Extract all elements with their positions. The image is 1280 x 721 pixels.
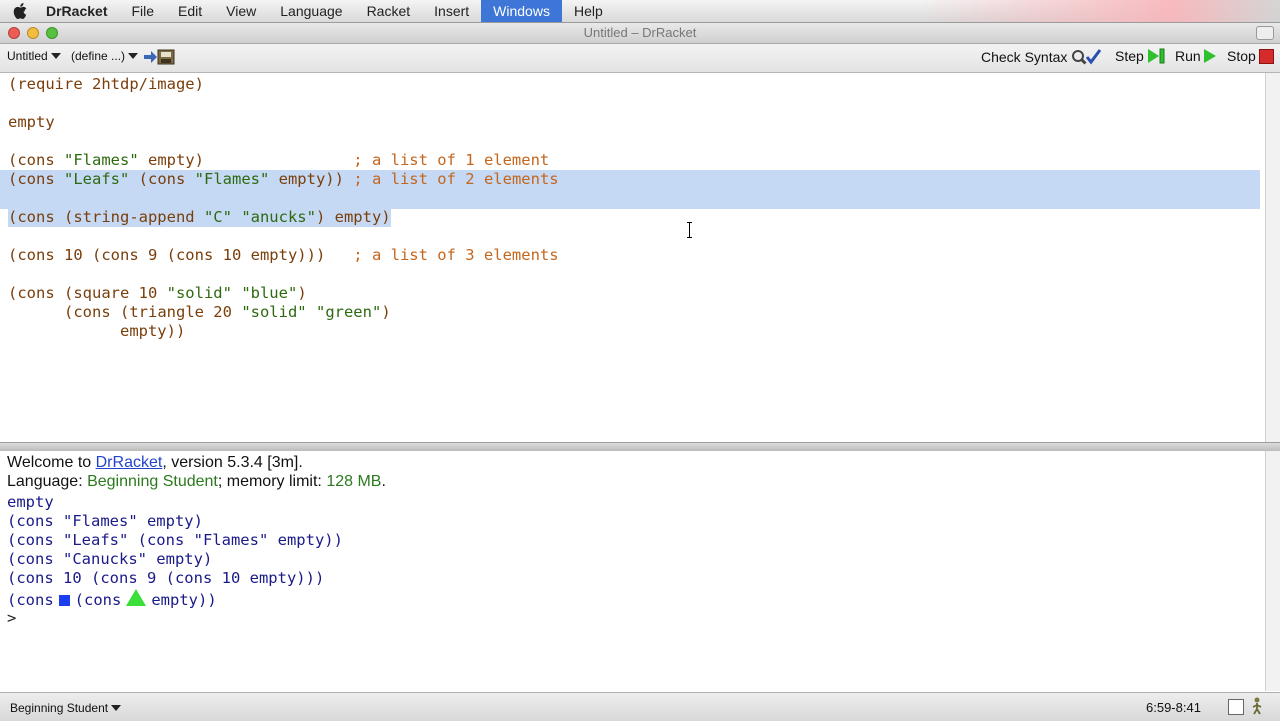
stop-icon <box>1258 48 1274 64</box>
text-cursor-icon <box>687 222 692 238</box>
chevron-down-icon <box>50 53 61 59</box>
code-line: empty)) <box>119 322 186 340</box>
define-menu[interactable]: (define ...) <box>71 49 139 63</box>
run-icon <box>1203 49 1216 63</box>
code-line: (cons "Leafs" (cons "Flames" empty)) ; a… <box>8 170 559 188</box>
language-line: Language: Beginning Student; memory limi… <box>7 473 386 490</box>
stop-button[interactable]: Stop <box>1227 48 1274 64</box>
output-line: (cons "Flames" empty) <box>7 512 203 530</box>
save-arrow-icon <box>144 49 175 65</box>
code-line: empty <box>8 113 55 131</box>
repl-prompt[interactable]: > <box>7 609 16 627</box>
definitions-editor[interactable]: (require 2htdp/image) empty (cons "Flame… <box>0 73 1266 442</box>
menu-view[interactable]: View <box>214 0 268 22</box>
step-label: Step <box>1115 48 1144 64</box>
code-line: (cons (triangle 20 "solid" "green") <box>64 303 391 321</box>
output-line: (cons 10 (cons 9 (cons 10 empty))) <box>7 569 325 587</box>
menu-language[interactable]: Language <box>268 0 354 22</box>
run-label: Run <box>1175 48 1201 64</box>
step-button[interactable]: Step <box>1115 48 1167 64</box>
code-line: (require 2htdp/image) <box>8 75 204 93</box>
menu-bar: DrRacket File Edit View Language Racket … <box>0 0 1280 23</box>
toolbar: Untitled (define ...) Check Syntax Step … <box>0 44 1280 73</box>
running-man-icon <box>1252 697 1262 715</box>
menu-help[interactable]: Help <box>562 0 615 22</box>
menu-windows[interactable]: Windows <box>481 0 562 22</box>
code-line: (cons (square 10 "solid" "blue") <box>8 284 307 302</box>
interactions-scrollbar[interactable] <box>1265 451 1280 691</box>
menu-insert[interactable]: Insert <box>422 0 481 22</box>
status-indicator-box <box>1228 699 1244 715</box>
chevron-down-icon <box>128 53 139 59</box>
language-selector[interactable]: Beginning Student <box>10 701 122 715</box>
green-triangle-image <box>126 589 147 606</box>
menu-edit[interactable]: Edit <box>166 0 214 22</box>
toolbar-toggle-button[interactable] <box>1256 26 1274 40</box>
output-line-images: (cons (cons empty)) <box>7 589 217 609</box>
check-syntax-label: Check Syntax <box>981 49 1068 65</box>
run-button[interactable]: Run <box>1175 48 1216 64</box>
stop-label: Stop <box>1227 48 1256 64</box>
output-line: (cons "Leafs" (cons "Flames" empty)) <box>7 531 343 549</box>
define-menu-label: (define ...) <box>71 49 126 63</box>
menubar-decoration <box>920 0 1280 22</box>
cursor-position: 6:59-8:41 <box>1146 700 1201 715</box>
file-name-label: Untitled <box>7 49 48 63</box>
menu-racket[interactable]: Racket <box>355 0 423 22</box>
save-button[interactable] <box>143 48 175 66</box>
language-selector-label: Beginning Student <box>10 701 109 715</box>
output-line: (cons "Canucks" empty) <box>7 550 213 568</box>
interactions-pane[interactable]: Welcome to DrRacket, version 5.3.4 [3m].… <box>0 451 1266 691</box>
drracket-link[interactable]: DrRacket <box>96 454 163 471</box>
apple-icon[interactable] <box>0 3 40 19</box>
menu-file[interactable]: File <box>119 0 166 22</box>
magnifier-check-icon <box>1072 49 1102 65</box>
output-line: empty <box>7 493 54 511</box>
menu-app-name[interactable]: DrRacket <box>40 0 119 22</box>
window-title-bar: Untitled – DrRacket <box>0 23 1280 44</box>
blue-square-image <box>58 595 70 606</box>
chevron-down-icon <box>111 705 122 711</box>
status-bar: Beginning Student 6:59-8:41 <box>0 692 1280 721</box>
editor-scrollbar[interactable] <box>1265 73 1280 442</box>
file-name-menu[interactable]: Untitled <box>7 49 61 63</box>
check-syntax-button[interactable]: Check Syntax <box>981 48 1102 66</box>
window-title: Untitled – DrRacket <box>583 25 697 40</box>
step-icon <box>1147 48 1165 64</box>
code-line: (cons 10 (cons 9 (cons 10 empty))) ; a l… <box>8 246 559 264</box>
code-line-selected: (cons (string-append "C" "anucks") empty… <box>8 208 391 227</box>
welcome-line: Welcome to DrRacket, version 5.3.4 [3m]. <box>7 454 303 471</box>
code-line: (cons "Flames" empty) ; a list of 1 elem… <box>8 151 550 169</box>
